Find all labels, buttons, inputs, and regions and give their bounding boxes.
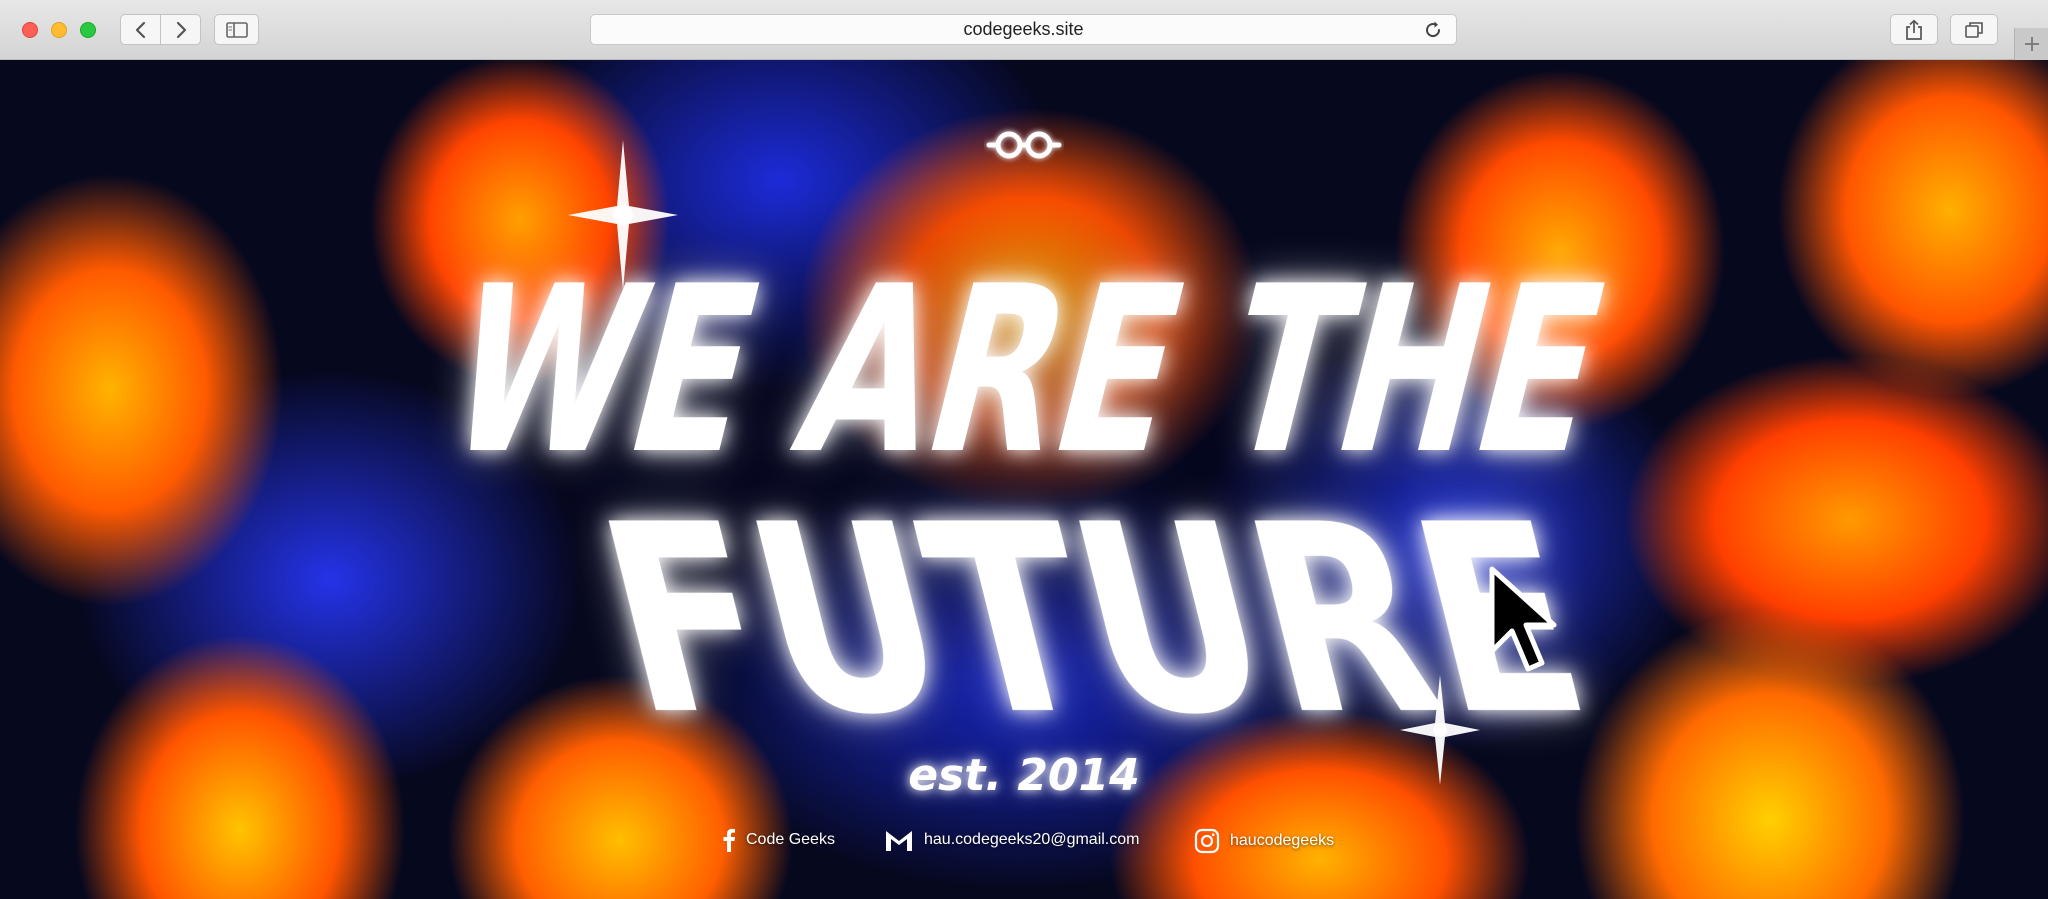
window-minimize-button[interactable]: [51, 22, 67, 38]
email-label: hau.codegeeks20@gmail.com: [924, 831, 1140, 848]
instagram-label: haucodegeeks: [1230, 832, 1335, 849]
hero-section: WE ARE THE FUTURE est. 2014 Code Geeks h…: [0, 60, 2048, 899]
window-zoom-button[interactable]: [80, 22, 96, 38]
show-tabs-button[interactable]: [1950, 14, 1998, 45]
forward-button[interactable]: [160, 14, 201, 45]
back-button[interactable]: [120, 14, 161, 45]
chevron-right-icon: [176, 21, 186, 38]
share-icon: [1906, 19, 1922, 40]
facebook-link[interactable]: Code Geeks: [722, 828, 835, 852]
tabs-overview-icon: [1965, 21, 1983, 38]
address-bar[interactable]: codegeeks.site: [590, 14, 1457, 45]
plus-icon: [2024, 37, 2039, 51]
instagram-icon: [1194, 828, 1220, 854]
reload-icon[interactable]: [1422, 19, 1444, 41]
established-tagline: est. 2014: [908, 750, 1140, 801]
facebook-label: Code Geeks: [746, 831, 835, 848]
share-button[interactable]: [1890, 14, 1938, 45]
facebook-icon: [723, 828, 735, 852]
social-links: Code Geeks hau.codegeeks20@gmail.com hau…: [0, 828, 2048, 862]
gmail-icon: [886, 831, 912, 851]
browser-toolbar: codegeeks.site: [0, 0, 2048, 60]
chevron-left-icon: [135, 21, 145, 38]
sidebar-icon: [225, 21, 248, 38]
sparkle-icon: [568, 140, 678, 290]
url-text: codegeeks.site: [963, 19, 1084, 39]
sidebar-toggle-button[interactable]: [214, 14, 259, 45]
email-link[interactable]: hau.codegeeks20@gmail.com: [884, 828, 1139, 852]
window-close-button[interactable]: [22, 22, 38, 38]
instagram-link[interactable]: haucodegeeks: [1194, 828, 1334, 854]
mouse-pointer-icon: [1489, 566, 1557, 672]
new-tab-button[interactable]: [2014, 28, 2048, 60]
